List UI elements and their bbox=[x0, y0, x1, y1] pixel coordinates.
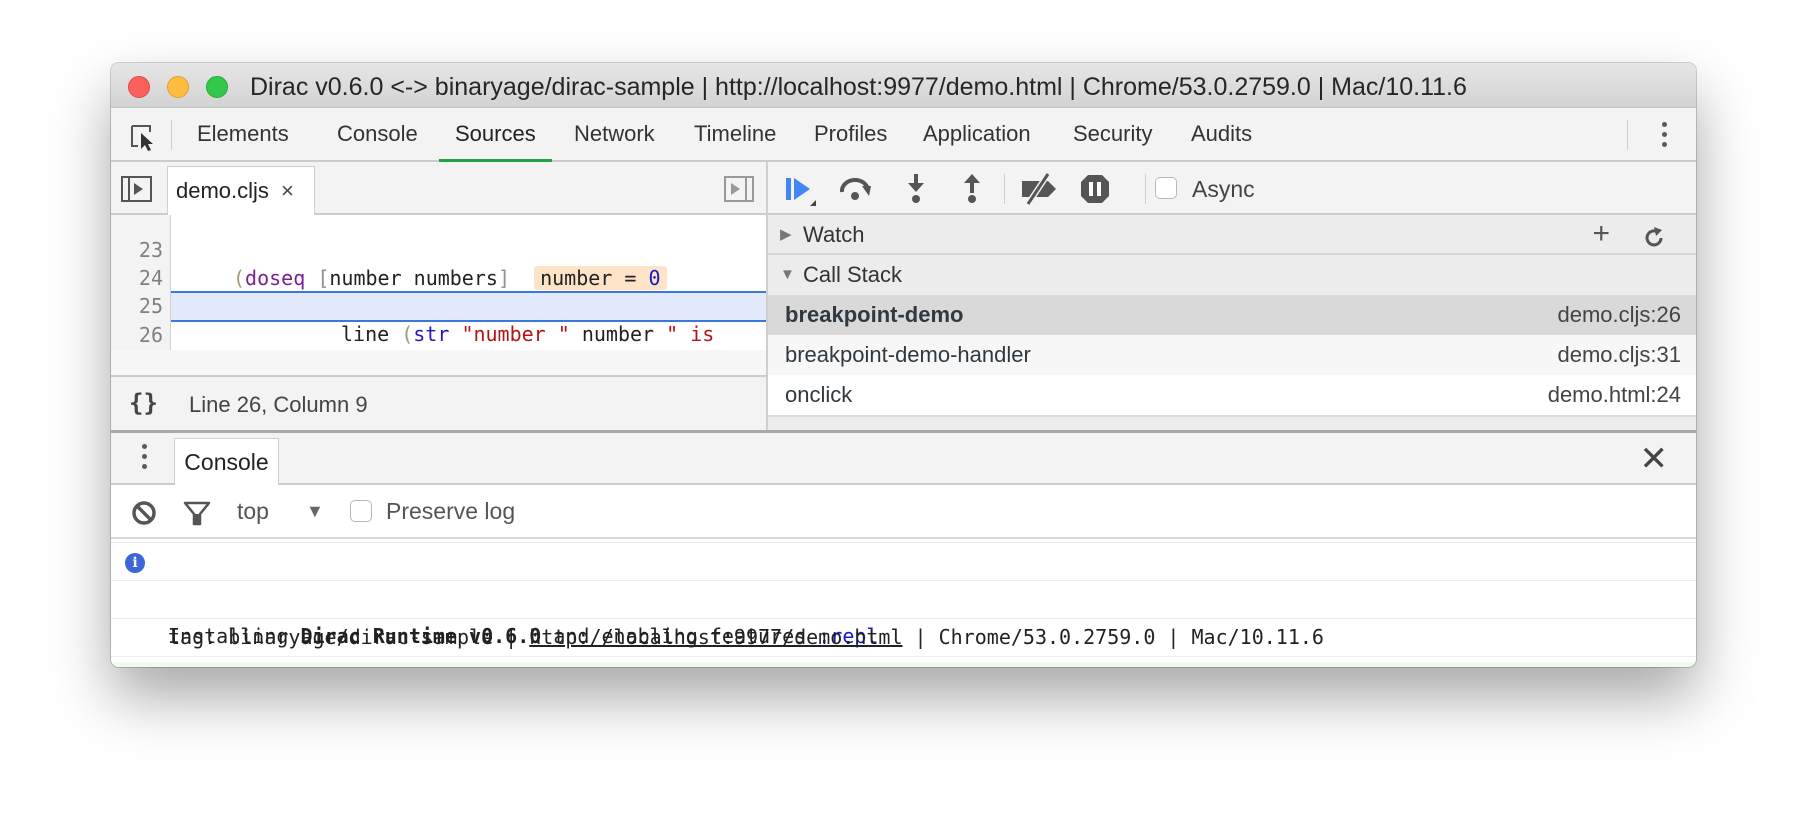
separator bbox=[1004, 174, 1005, 204]
close-tab-icon[interactable]: × bbox=[281, 178, 294, 203]
tab-audits[interactable]: Audits bbox=[1191, 108, 1252, 160]
step-over-icon[interactable] bbox=[838, 172, 872, 206]
editor-tab-bar: demo.cljs × bbox=[111, 162, 766, 215]
maximize-window-button[interactable] bbox=[206, 76, 228, 98]
dropdown-arrow-icon[interactable]: ▼ bbox=[306, 501, 324, 522]
frame-name: onclick bbox=[785, 382, 853, 407]
code-line[interactable]: 25 line (str "number " number " is bbox=[111, 264, 766, 346]
frame-name: breakpoint-demo bbox=[785, 302, 964, 327]
tab-profiles[interactable]: Profiles bbox=[814, 108, 887, 160]
divider bbox=[111, 539, 1696, 543]
add-watch-icon[interactable]: + bbox=[1592, 219, 1610, 249]
frame-location[interactable]: demo.cljs:26 bbox=[1557, 295, 1681, 335]
code-line[interactable]: 24 (let [is-odd? (odd? number) bbox=[111, 236, 766, 318]
frame-name: breakpoint-demo-handler bbox=[785, 342, 1031, 367]
preserve-log-checkbox[interactable] bbox=[350, 500, 372, 522]
tab-sources[interactable]: Sources bbox=[439, 108, 552, 162]
step-out-icon[interactable] bbox=[955, 172, 989, 206]
preserve-log-label: Preserve log bbox=[386, 498, 516, 524]
window-title: Dirac v0.6.0 <-> binaryage/dirac-sample … bbox=[250, 73, 1467, 101]
call-frame[interactable]: breakpoint-demo-handler demo.cljs:31 bbox=[768, 335, 1696, 375]
inspect-element-icon[interactable] bbox=[128, 122, 158, 152]
tab-elements[interactable]: Elements bbox=[197, 108, 289, 160]
frame-location[interactable]: demo.cljs:31 bbox=[1557, 335, 1681, 375]
context-selector[interactable]: top bbox=[237, 498, 269, 525]
info-icon: i bbox=[125, 553, 145, 573]
console-messages: i Installing Dirac Runtime v0.6.0 and en… bbox=[111, 539, 1696, 667]
pretty-print-button[interactable]: {} bbox=[129, 389, 158, 417]
code-line[interactable]: 28 bbox=[111, 350, 766, 375]
file-tab-label: demo.cljs bbox=[176, 178, 269, 203]
line-number: 25 bbox=[138, 294, 163, 318]
call-stack-section-header[interactable]: ▼ Call Stack bbox=[768, 255, 1696, 295]
collapse-triangle-icon: ▼ bbox=[780, 266, 795, 283]
async-checkbox[interactable] bbox=[1155, 177, 1177, 199]
console-prompt[interactable] bbox=[111, 662, 1696, 667]
console-message-info: i Installing Dirac Runtime v0.6.0 and en… bbox=[111, 544, 1696, 667]
drawer-tab-console[interactable]: Console bbox=[174, 438, 279, 485]
step-into-icon[interactable] bbox=[899, 172, 933, 206]
code-line[interactable]: 23 (doseq [number numbers] number = 0 bbox=[111, 215, 766, 290]
watch-section-header[interactable]: ▶ Watch + bbox=[768, 215, 1696, 255]
tab-console[interactable]: Console bbox=[337, 108, 418, 160]
frame-location[interactable]: demo.html:24 bbox=[1548, 375, 1681, 415]
tab-timeline[interactable]: Timeline bbox=[694, 108, 776, 160]
debugger-sidebar: Async ▶ Watch + ▼ Call Stack breakpoint-… bbox=[768, 162, 1696, 430]
drawer-tab-bar: Console ✕ bbox=[111, 433, 1696, 485]
code-line[interactable]: 27 (println line))))) bbox=[111, 322, 766, 375]
sources-editor-pane: demo.cljs × 23 (doseq [number numbers] n… bbox=[111, 162, 768, 430]
cursor-position: Line 26, Column 9 bbox=[189, 392, 368, 417]
title-bar: Dirac v0.6.0 <-> binaryage/dirac-sample … bbox=[111, 63, 1696, 108]
call-stack-label: Call Stack bbox=[803, 262, 903, 287]
watch-label: Watch bbox=[803, 222, 865, 247]
scope-section-header-partial bbox=[768, 417, 1696, 430]
close-window-button[interactable] bbox=[128, 76, 150, 98]
deactivate-breakpoints-icon[interactable] bbox=[1020, 172, 1060, 206]
toggle-debugger-icon[interactable] bbox=[724, 176, 754, 202]
pause-on-exceptions-icon[interactable] bbox=[1078, 172, 1112, 206]
filter-icon[interactable] bbox=[183, 500, 211, 526]
tab-application[interactable]: Application bbox=[923, 108, 1031, 160]
clear-console-icon[interactable] bbox=[131, 500, 157, 526]
current-execution-line[interactable]: 26 (js-debugger) bbox=[139, 291, 766, 375]
tab-network[interactable]: Network bbox=[574, 108, 655, 160]
file-tab-demo-cljs[interactable]: demo.cljs × bbox=[167, 166, 315, 215]
call-frame[interactable]: breakpoint-demo demo.cljs:26 bbox=[768, 295, 1696, 335]
call-frame[interactable]: onclick demo.html:24 bbox=[768, 375, 1696, 415]
editor-status-bar: {} Line 26, Column 9 bbox=[111, 375, 766, 430]
console-message: tag: binaryage/dirac-sample | http://loc… bbox=[111, 582, 1696, 667]
tab-security[interactable]: Security bbox=[1073, 108, 1152, 160]
drawer-menu-icon[interactable] bbox=[140, 444, 148, 474]
minimize-window-button[interactable] bbox=[167, 76, 189, 98]
separator bbox=[171, 120, 172, 150]
async-label: Async bbox=[1192, 176, 1255, 202]
debugger-toolbar: Async bbox=[768, 162, 1696, 215]
kebab-menu-icon[interactable] bbox=[1660, 122, 1668, 150]
console-toolbar: top ▼ Preserve log bbox=[111, 485, 1696, 539]
code-editor[interactable]: 23 (doseq [number numbers] number = 0 24… bbox=[111, 215, 766, 375]
toggle-navigator-icon[interactable] bbox=[121, 176, 152, 202]
main-tab-bar: Elements Console Sources Network Timelin… bbox=[111, 108, 1696, 162]
resume-icon[interactable] bbox=[784, 172, 818, 206]
refresh-watch-icon[interactable] bbox=[1642, 223, 1666, 247]
expand-triangle-icon: ▶ bbox=[780, 226, 792, 243]
close-drawer-icon[interactable]: ✕ bbox=[1640, 439, 1669, 479]
console-message: calling breakpoint-demo: demo.cljs:30 bbox=[111, 620, 1696, 667]
separator bbox=[1145, 174, 1146, 204]
devtools-window: Dirac v0.6.0 <-> binaryage/dirac-sample … bbox=[111, 63, 1696, 667]
separator bbox=[1627, 120, 1628, 150]
